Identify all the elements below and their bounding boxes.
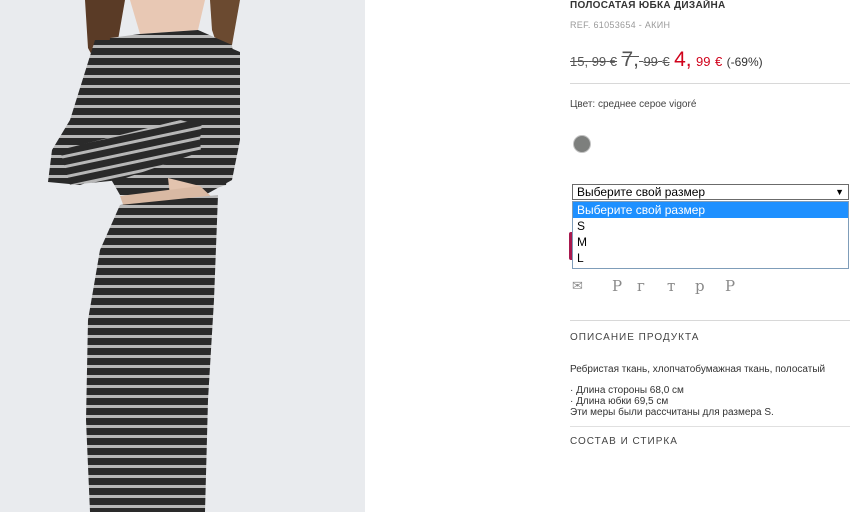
size-option-l[interactable]: L xyxy=(573,250,848,266)
measurement-note: Эти меры были рассчитаны для размера S. xyxy=(570,407,774,418)
composition-heading[interactable]: СОСТАВ И СТИРКА xyxy=(570,436,678,447)
twitter-icon[interactable]: т xyxy=(667,277,695,295)
size-select[interactable]: Выберите свой размер ▼ xyxy=(572,184,849,200)
price-block: 15, 99 € 7, 99 € 4, 99 € (-69%) xyxy=(570,48,763,72)
description-bullets: · Длина стороны 68,0 см · Длина юбки 69,… xyxy=(570,385,774,418)
bullet-side-length: · Длина стороны 68,0 см xyxy=(570,385,684,396)
description-heading[interactable]: ОПИСАНИЕ ПРОДУКТА xyxy=(570,332,699,343)
pinterest-alt-icon[interactable]: P xyxy=(725,277,735,295)
price-original: 15, 99 € xyxy=(570,54,618,69)
product-reference: REF. 61053654 - АКИН xyxy=(570,20,671,30)
price-current: 4, 99 € xyxy=(674,48,723,71)
mail-icon[interactable]: ✉ xyxy=(572,279,612,294)
color-label: Цвет: среднее серое vigoré xyxy=(570,99,697,110)
discount-badge: (-69%) xyxy=(726,55,763,69)
size-select-value: Выберите свой размер xyxy=(577,185,706,199)
pinterest-icon[interactable]: P xyxy=(612,277,637,295)
share-bar: ✉ P г т р P xyxy=(572,276,735,296)
price-previous-sale: 7, 99 € xyxy=(621,48,670,71)
chevron-down-icon[interactable]: ▼ xyxy=(835,185,844,199)
color-swatch-grey[interactable] xyxy=(573,135,591,153)
size-option[interactable]: Выберите свой размер xyxy=(573,202,848,218)
polyvore-icon[interactable]: р xyxy=(695,277,725,295)
size-dropdown-list: Выберите свой размер S M L xyxy=(572,201,849,269)
google-plus-icon[interactable]: г xyxy=(637,277,667,295)
size-option-m[interactable]: M xyxy=(573,234,848,250)
divider xyxy=(570,320,850,321)
product-title: ПОЛОСАТАЯ ЮБКА ДИЗАЙНА xyxy=(570,0,726,11)
bullet-skirt-length: · Длина юбки 69,5 см xyxy=(570,396,669,407)
divider xyxy=(570,426,850,427)
description-text: Ребристая ткань, хлопчатобумажная ткань,… xyxy=(570,364,826,375)
divider xyxy=(570,83,850,84)
size-option-s[interactable]: S xyxy=(573,218,848,234)
